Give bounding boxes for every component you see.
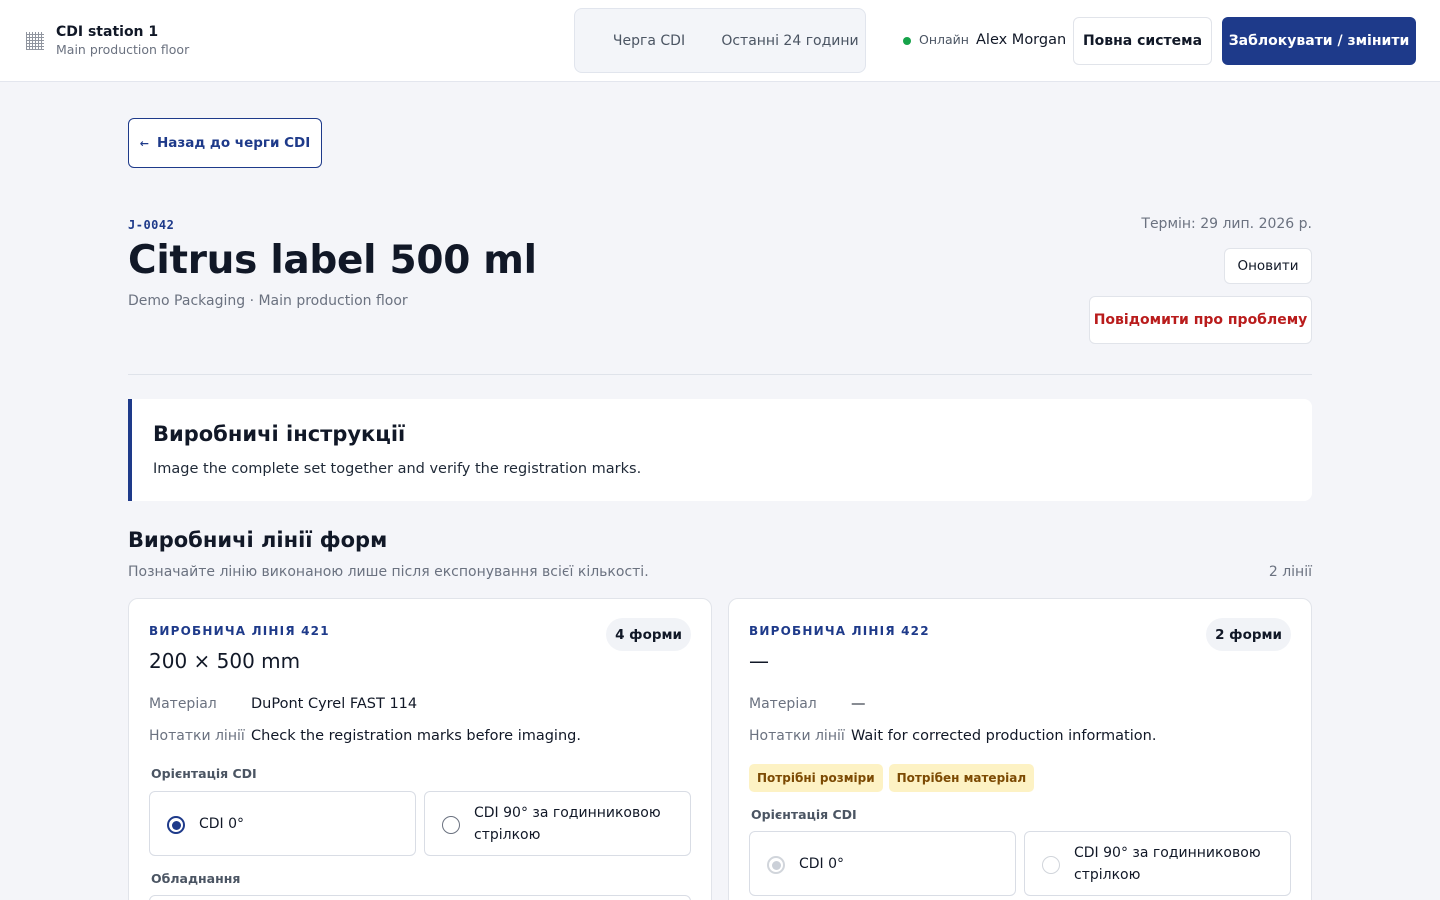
orientation-option-label: CDI 0° (199, 815, 245, 832)
refresh-button[interactable]: Оновити (1224, 248, 1312, 284)
material-label: Матеріал (749, 696, 817, 712)
equipment-label: Обладнання (151, 871, 241, 886)
forms-count-badge: 4 форми (606, 618, 691, 651)
orientation-label: Орієнтація CDI (751, 807, 857, 822)
line-eyebrow: ВИРОБНИЧА ЛІНІЯ 421 (149, 624, 330, 638)
line-eyebrow: ВИРОБНИЧА ЛІНІЯ 422 (749, 624, 930, 638)
notes-label: Нотатки лінії (149, 728, 245, 744)
instructions-text: Image the complete set together and veri… (153, 461, 642, 477)
production-instructions: Виробничі інструкції Image the complete … (128, 399, 1312, 501)
radio-unchecked-disabled-icon (1042, 856, 1060, 874)
section-divider (128, 374, 1312, 375)
online-status-dot (903, 37, 911, 45)
missing-sizes-badge: Потрібні розміри (749, 764, 883, 792)
orientation-option-label: CDI 90° за годинниковою стрілкою (474, 804, 661, 843)
notes-label: Нотатки лінії (749, 728, 845, 744)
lines-section-title: Виробничі лінії форм (128, 528, 388, 552)
lock-switch-button[interactable]: Заблокувати / змінити (1222, 17, 1416, 65)
arrow-left-icon: ← (139, 136, 149, 150)
line-card: ВИРОБНИЧА ЛІНІЯ 422 2 форми — Матеріал —… (728, 598, 1312, 900)
job-title: Citrus label 500 ml (128, 238, 537, 283)
online-status-text: Онлайн (919, 32, 969, 47)
tab-cdi-queue[interactable]: Черга CDI (585, 9, 713, 72)
full-system-button[interactable]: Повна система (1073, 17, 1212, 65)
orientation-option-90[interactable]: CDI 90° за годинниковою стрілкою (1024, 831, 1291, 896)
line-card: ВИРОБНИЧА ЛІНІЯ 421 4 форми 200 × 500 mm… (128, 598, 712, 900)
forms-count-badge: 2 форми (1206, 618, 1291, 651)
material-label: Матеріал (149, 696, 217, 712)
top-header: CDI station 1 Main production floor Черг… (0, 0, 1440, 82)
orientation-option-label: CDI 90° за годинниковою стрілкою (1074, 844, 1261, 883)
station-subtitle: Main production floor (56, 42, 190, 57)
due-date: Термін: 29 лип. 2026 р. (1141, 216, 1312, 232)
back-button-label: Назад до черги CDI (156, 135, 311, 151)
material-value: — (851, 696, 866, 712)
tab-last-24-hours[interactable]: Останні 24 години (721, 9, 859, 72)
station-title: CDI station 1 (56, 24, 159, 40)
lines-count: 2 лінії (1268, 564, 1312, 580)
orientation-label: Орієнтація CDI (151, 766, 257, 781)
missing-info-tags: Потрібні розміри Потрібен матеріал (749, 764, 1035, 792)
grid-icon (26, 32, 44, 50)
job-id: J-0042 (128, 218, 175, 232)
orientation-option-0[interactable]: CDI 0° (149, 791, 416, 856)
orientation-option-90[interactable]: CDI 90° за годинниковою стрілкою (424, 791, 691, 856)
view-tabs: Черга CDI Останні 24 години (574, 8, 866, 73)
equipment-select[interactable] (149, 895, 691, 900)
material-value: DuPont Cyrel FAST 114 (251, 696, 418, 712)
notes-value: Wait for corrected production informatio… (851, 728, 1157, 744)
radio-checked-icon (167, 816, 185, 834)
missing-material-badge: Потрібен матеріал (888, 764, 1035, 792)
job-subtitle: Demo Packaging · Main production floor (128, 293, 408, 309)
radio-unchecked-icon (442, 816, 460, 834)
orientation-option-0[interactable]: CDI 0° (749, 831, 1016, 896)
line-size: — (749, 649, 769, 673)
user-name: Alex Morgan (976, 32, 1067, 48)
orientation-option-label: CDI 0° (799, 855, 845, 872)
line-size: 200 × 500 mm (149, 649, 301, 673)
report-problem-button[interactable]: Повідомити про проблему (1089, 296, 1312, 344)
notes-value: Check the registration marks before imag… (251, 728, 581, 744)
back-to-queue-button[interactable]: ← Назад до черги CDI (128, 118, 322, 168)
radio-checked-disabled-icon (767, 856, 785, 874)
instructions-title: Виробничі інструкції (153, 422, 406, 446)
lines-section-subtitle: Позначайте лінію виконаною лише після ек… (128, 564, 649, 580)
